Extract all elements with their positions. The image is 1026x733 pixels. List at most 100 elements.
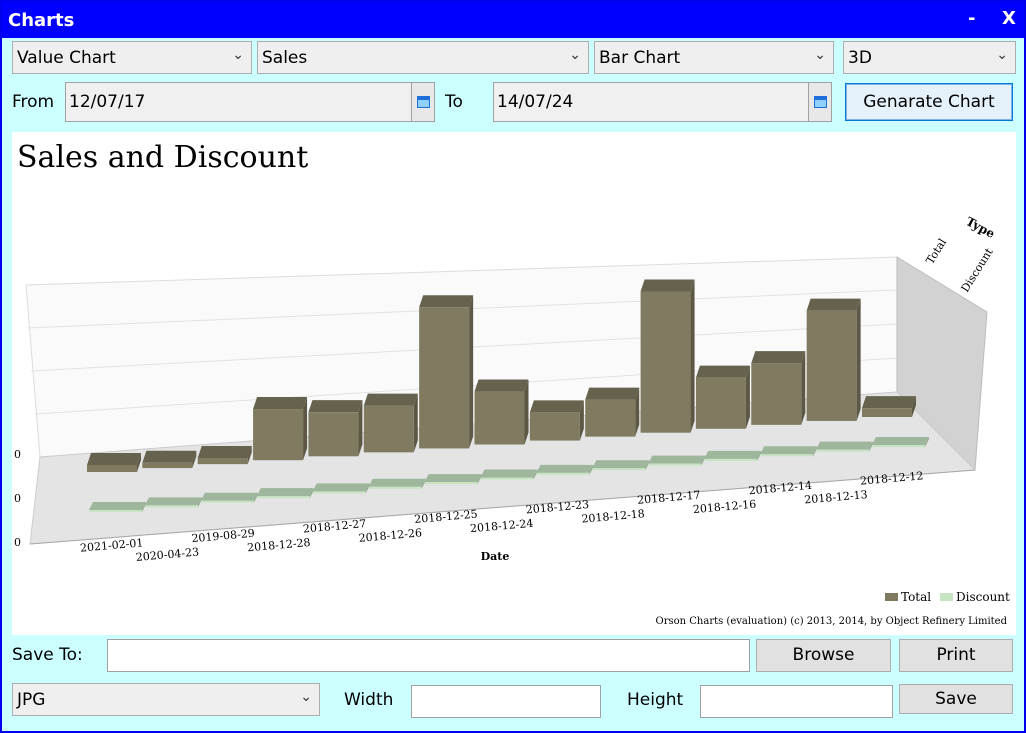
bar-top bbox=[89, 502, 146, 510]
bar-front bbox=[648, 463, 702, 466]
bar-top bbox=[640, 279, 695, 292]
bar-front bbox=[253, 409, 304, 461]
bar-front bbox=[806, 310, 857, 421]
bar-total-2018-12-16 bbox=[695, 365, 750, 429]
bar-total-2018-12-23 bbox=[529, 400, 584, 441]
bar-front bbox=[816, 449, 870, 452]
minimize-button[interactable]: - bbox=[968, 8, 975, 29]
bar-total-2018-12-13 bbox=[806, 298, 861, 421]
bar-discount-2018-12-23 bbox=[536, 464, 594, 475]
bar-top bbox=[200, 492, 258, 501]
bar-front bbox=[872, 445, 925, 447]
bar-front bbox=[419, 307, 470, 449]
from-date-value: 12/07/17 bbox=[69, 92, 146, 112]
bar-top bbox=[760, 446, 818, 455]
chart-footer: Orson Charts (evaluation) (c) 2013, 2014… bbox=[656, 616, 1008, 627]
legend-label-total: Total bbox=[901, 590, 931, 604]
legend-label-discount: Discount bbox=[956, 590, 1010, 604]
format-value: JPG bbox=[17, 690, 46, 710]
legend-swatch-discount bbox=[940, 593, 953, 601]
bar-front bbox=[256, 496, 310, 499]
dimension-select[interactable]: 3D ⌄ bbox=[843, 41, 1016, 74]
to-date-value: 14/07/24 bbox=[497, 92, 574, 112]
charts-window: Charts - X Value Chart ⌄ Sales ⌄ Bar Cha… bbox=[0, 0, 1026, 733]
bar-front bbox=[200, 500, 254, 503]
browse-button[interactable]: Browse bbox=[756, 639, 891, 672]
x-tick-label: 2018-12-16 bbox=[692, 498, 756, 516]
bar-side bbox=[690, 279, 695, 433]
bar-discount-2018-12-12 bbox=[872, 437, 929, 447]
from-date-field[interactable]: 12/07/17 bbox=[65, 82, 412, 122]
y-tick-label: 0 bbox=[14, 492, 21, 505]
chevron-down-icon: ⌄ bbox=[814, 47, 826, 63]
bar-top bbox=[480, 469, 538, 478]
width-input[interactable] bbox=[411, 685, 601, 718]
bar-top bbox=[253, 397, 308, 410]
bar-top bbox=[363, 393, 418, 406]
bar-front bbox=[751, 363, 802, 425]
bar-top bbox=[695, 365, 750, 378]
x-axis-label: Date bbox=[481, 550, 510, 563]
close-button[interactable]: X bbox=[1002, 8, 1016, 29]
bar-discount-2020-04-23 bbox=[144, 497, 202, 508]
bar-discount-2018-12-17 bbox=[648, 455, 706, 466]
x-tick-label: 2018-12-13 bbox=[804, 488, 868, 506]
y-tick-label: 0 bbox=[14, 536, 21, 549]
z-tick-label-total: Total bbox=[924, 236, 950, 267]
bar-discount-2018-12-16 bbox=[704, 450, 762, 461]
bar-top bbox=[474, 379, 529, 392]
dimension-value: 3D bbox=[848, 48, 872, 68]
bar-front bbox=[308, 412, 359, 457]
from-calendar-button[interactable] bbox=[411, 82, 435, 122]
x-tick-label: 2018-12-18 bbox=[581, 507, 645, 525]
print-button[interactable]: Print bbox=[899, 639, 1013, 672]
bar-top bbox=[142, 450, 197, 463]
bar-total-2019-08-29 bbox=[197, 445, 252, 465]
bar-top bbox=[648, 455, 706, 464]
bar-top bbox=[256, 488, 314, 497]
to-calendar-button[interactable] bbox=[808, 82, 832, 122]
bar-discount-2018-12-18 bbox=[592, 460, 650, 471]
chart-type-value: Bar Chart bbox=[599, 48, 681, 68]
x-tick-label: 2018-12-24 bbox=[470, 517, 534, 535]
bar-discount-2021-02-01 bbox=[89, 502, 146, 512]
save-path-input[interactable] bbox=[107, 639, 750, 672]
calendar-icon bbox=[417, 96, 430, 108]
bar-top bbox=[312, 483, 370, 492]
bar-front bbox=[529, 412, 580, 441]
format-select[interactable]: JPG ⌄ bbox=[12, 683, 320, 716]
bar-total-2018-12-17 bbox=[640, 279, 695, 433]
height-input[interactable] bbox=[700, 685, 893, 718]
bar-top bbox=[751, 351, 806, 364]
bar-front bbox=[704, 458, 758, 461]
save-button[interactable]: Save bbox=[899, 684, 1013, 714]
chart-kind-select[interactable]: Value Chart ⌄ bbox=[12, 41, 252, 74]
to-label: To bbox=[445, 92, 463, 112]
bar-front bbox=[142, 462, 193, 469]
bar-top bbox=[872, 437, 929, 445]
to-date-field[interactable]: 14/07/24 bbox=[493, 82, 809, 122]
bar-total-2018-12-14 bbox=[751, 351, 806, 425]
chart-type-select[interactable]: Bar Chart ⌄ bbox=[594, 41, 834, 74]
calendar-icon bbox=[814, 96, 827, 108]
window-title: Charts bbox=[8, 10, 75, 31]
bar-front bbox=[144, 505, 198, 508]
bar-top bbox=[87, 452, 141, 465]
bar-top bbox=[308, 400, 363, 413]
y-tick-label: 0 bbox=[14, 448, 21, 461]
generate-chart-button[interactable]: Genarate Chart bbox=[845, 83, 1013, 121]
bar-discount-2018-12-24 bbox=[480, 469, 538, 480]
bar-front bbox=[480, 477, 534, 480]
metric-select[interactable]: Sales ⌄ bbox=[257, 41, 589, 74]
bar-side bbox=[856, 298, 861, 421]
bar-discount-2018-12-14 bbox=[760, 446, 818, 457]
bar-front bbox=[592, 468, 646, 471]
bar-front bbox=[536, 472, 590, 475]
bar-discount-2018-12-27 bbox=[312, 483, 370, 494]
x-tick-label: 2018-12-26 bbox=[358, 526, 422, 544]
width-label: Width bbox=[344, 690, 394, 710]
bar-top bbox=[144, 497, 202, 506]
bar-total-2018-12-27 bbox=[308, 400, 363, 457]
bar-discount-2018-12-25 bbox=[424, 474, 482, 485]
bar-side bbox=[469, 295, 474, 449]
